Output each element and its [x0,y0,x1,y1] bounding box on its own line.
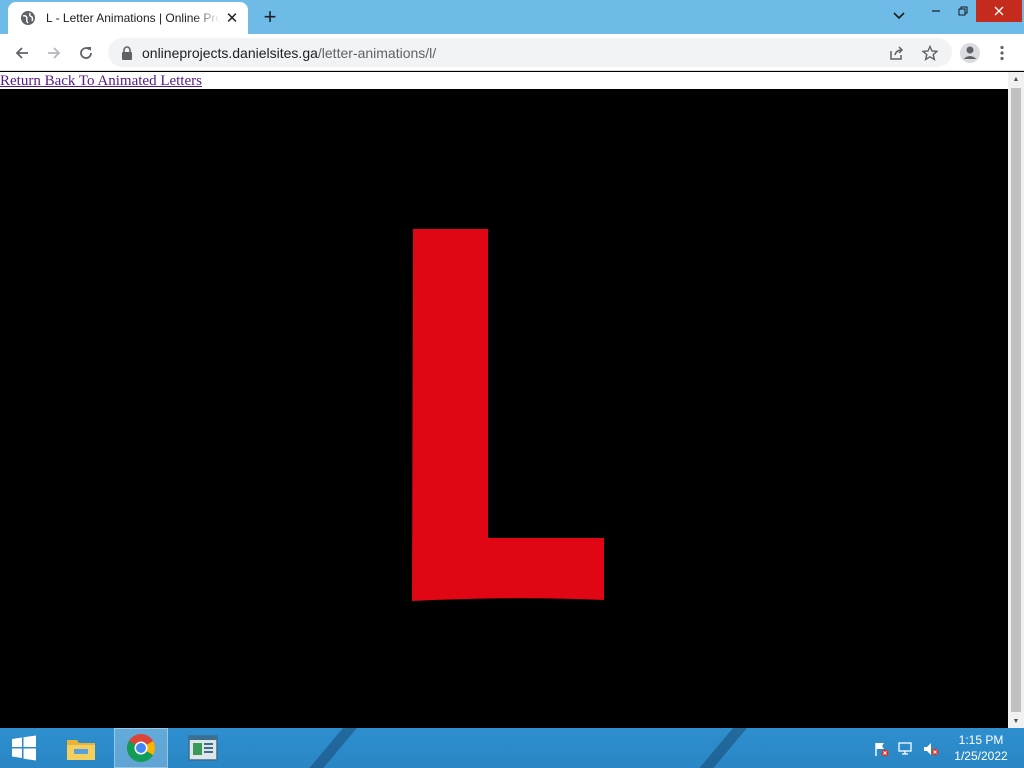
browser-toolbar: onlineprojects.danielsites.ga/letter-ani… [0,34,1024,71]
animation-canvas [0,89,1008,728]
profile-button[interactable] [956,39,984,67]
window-close-button[interactable] [976,0,1022,22]
browser-tab[interactable]: L - Letter Animations | Online Projects … [8,2,248,34]
app-taskbar-button[interactable] [176,728,230,768]
arrow-right-icon [48,47,61,59]
taskbar-clock[interactable]: 1:15 PM 1/25/2022 [948,732,1014,764]
person-icon [960,43,980,63]
chrome-menu-button[interactable] [988,39,1016,67]
forward-button[interactable] [40,39,68,67]
reload-button[interactable] [72,39,100,67]
taskbar-decoration [682,728,756,768]
volume-muted-icon[interactable] [922,740,940,758]
file-explorer-icon [67,740,95,760]
link-bar: Return Back To Animated Letters [0,72,1008,89]
chrome-icon [127,734,155,762]
action-center-flag-icon[interactable] [872,740,890,758]
url-text: onlineprojects.danielsites.ga/letter-ani… [142,45,436,61]
return-link[interactable]: Return Back To Animated Letters [0,73,202,89]
share-icon[interactable] [888,44,906,62]
clock-date: 1/25/2022 [954,749,1008,763]
url-path: /letter-animations/l/ [317,44,437,61]
lock-icon[interactable] [120,45,134,60]
network-icon[interactable] [897,740,915,758]
browser-tab-strip: L - Letter Animations | Online Projects … [0,0,1024,34]
globe-icon [20,10,36,26]
new-tab-button[interactable]: + [258,5,282,29]
url-host: onlineprojects.danielsites.ga [142,44,318,61]
windows-taskbar: 1:15 PM 1/25/2022 [0,728,1024,768]
tab-close-icon[interactable]: ✕ [224,10,240,27]
scrollbar-thumb[interactable] [1011,88,1021,712]
address-bar[interactable]: onlineprojects.danielsites.ga/letter-ani… [108,38,952,67]
restore-button[interactable] [950,0,976,22]
page-viewport: Return Back To Animated Letters [0,72,1008,728]
taskbar-decoration [292,728,366,768]
scroll-up-arrow-icon[interactable]: ▲ [1008,72,1024,86]
close-icon [994,6,1004,16]
minimize-icon [932,10,940,12]
reload-icon [80,47,92,59]
minimize-button[interactable] [922,0,950,22]
restore-icon [958,6,968,16]
windows-start-icon [12,735,36,761]
start-button[interactable] [0,728,48,768]
back-button[interactable] [8,39,36,67]
app-window-icon [188,735,218,761]
arrow-left-icon [15,47,28,59]
tab-search-button[interactable] [886,5,912,27]
chevron-down-icon [893,12,905,20]
scroll-down-arrow-icon[interactable]: ▼ [1008,714,1024,728]
clock-time: 1:15 PM [958,733,1004,747]
chrome-taskbar-button[interactable] [114,728,168,768]
letter-l-shape [412,229,604,601]
vertical-scrollbar[interactable]: ▲ ▼ [1008,72,1024,728]
kebab-menu-icon [1000,45,1004,61]
star-icon[interactable] [921,44,939,62]
tab-title: L - Letter Animations | Online Projects [46,11,220,25]
file-explorer-taskbar-button[interactable] [54,728,108,768]
